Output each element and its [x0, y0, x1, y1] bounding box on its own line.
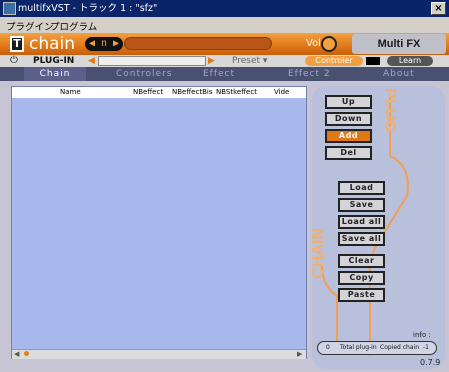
controller-indicator — [366, 57, 380, 65]
next-plugin-arrow-icon[interactable]: ▶ — [208, 55, 215, 67]
preset-dropdown[interactable]: Preset ▾ — [232, 55, 267, 67]
chain-logo-icon: T — [10, 36, 24, 52]
menu-bar: プラグイン プログラム — [0, 17, 449, 33]
menu-item-program[interactable]: プログラム — [50, 19, 97, 33]
scroll-thumb[interactable] — [24, 351, 29, 356]
tab-effect[interactable]: Effect — [203, 67, 235, 81]
close-button[interactable]: × — [431, 2, 446, 15]
save-button[interactable]: Save — [338, 198, 385, 212]
add-button[interactable]: Add — [325, 129, 372, 143]
tab-chain[interactable]: Chain — [24, 67, 86, 81]
column-nbeffect[interactable]: NBeffect — [133, 87, 163, 98]
load-all-button[interactable]: Load all — [338, 215, 385, 229]
app-title: chain — [29, 34, 76, 54]
plugin-label: PLUG-IN — [33, 56, 75, 66]
menu-item-plugin[interactable]: プラグイン — [6, 19, 54, 33]
copy-button[interactable]: Copy — [338, 271, 385, 285]
down-button[interactable]: Down — [325, 112, 372, 126]
prev-plugin-arrow-icon[interactable]: ◀ — [88, 55, 95, 67]
copied-chain-value: -1 — [423, 344, 429, 351]
info-label: info : — [413, 331, 431, 339]
chain-panel-label: CHAIN — [310, 228, 327, 279]
column-nbstkeffect[interactable]: NBStkeffect — [216, 87, 257, 98]
horizontal-scrollbar[interactable] — [12, 349, 306, 359]
total-plugin-label: Total plug-in — [340, 344, 377, 351]
brand-logo: Multi FX — [352, 34, 446, 54]
plugin-name-field[interactable] — [98, 56, 206, 66]
window-title: multifxVST - トラック 1 : "sfz" — [18, 3, 158, 14]
plugin-count: 0 — [326, 344, 330, 351]
copied-chain-label: Copied chain — [380, 344, 419, 351]
vol-label: Vol — [306, 38, 321, 49]
list-header: Name NBeffect NBeffectBis NBStkeffect Vi… — [12, 87, 306, 98]
version-label: 0.7.9 — [420, 358, 441, 367]
load-button[interactable]: Load — [338, 181, 385, 195]
tab-controlers[interactable]: Controlers — [116, 67, 172, 81]
plug-panel-label: PLUG — [381, 88, 398, 133]
clear-button[interactable]: Clear — [338, 254, 385, 268]
del-button[interactable]: Del — [325, 146, 372, 160]
program-name-field[interactable] — [124, 37, 272, 50]
power-icon[interactable]: ⏻ — [10, 55, 18, 67]
save-all-button[interactable]: Save all — [338, 232, 385, 246]
program-selector[interactable]: ◀ n ▶ — [85, 37, 123, 51]
title-bar: multifxVST - トラック 1 : "sfz" — [0, 0, 449, 17]
volume-knob[interactable] — [321, 36, 337, 52]
column-vide[interactable]: Vide — [274, 87, 289, 98]
column-nbeffectbis[interactable]: NBeffectBis — [172, 87, 212, 98]
tab-effect-2[interactable]: Effect 2 — [288, 67, 331, 81]
column-name[interactable]: Name — [60, 87, 81, 98]
info-bar: 0 Total plug-in Copied chain -1 — [317, 341, 437, 355]
controller-button[interactable]: Controler — [305, 56, 363, 66]
scroll-left-icon[interactable]: ◀ — [14, 349, 19, 359]
app-icon[interactable] — [3, 2, 16, 15]
chain-list[interactable] — [11, 86, 307, 359]
up-button[interactable]: Up — [325, 95, 372, 109]
learn-button[interactable]: Learn — [387, 56, 433, 66]
paste-button[interactable]: Paste — [338, 288, 385, 302]
scroll-right-icon[interactable]: ▶ — [297, 349, 302, 359]
tab-about[interactable]: About — [383, 67, 415, 81]
